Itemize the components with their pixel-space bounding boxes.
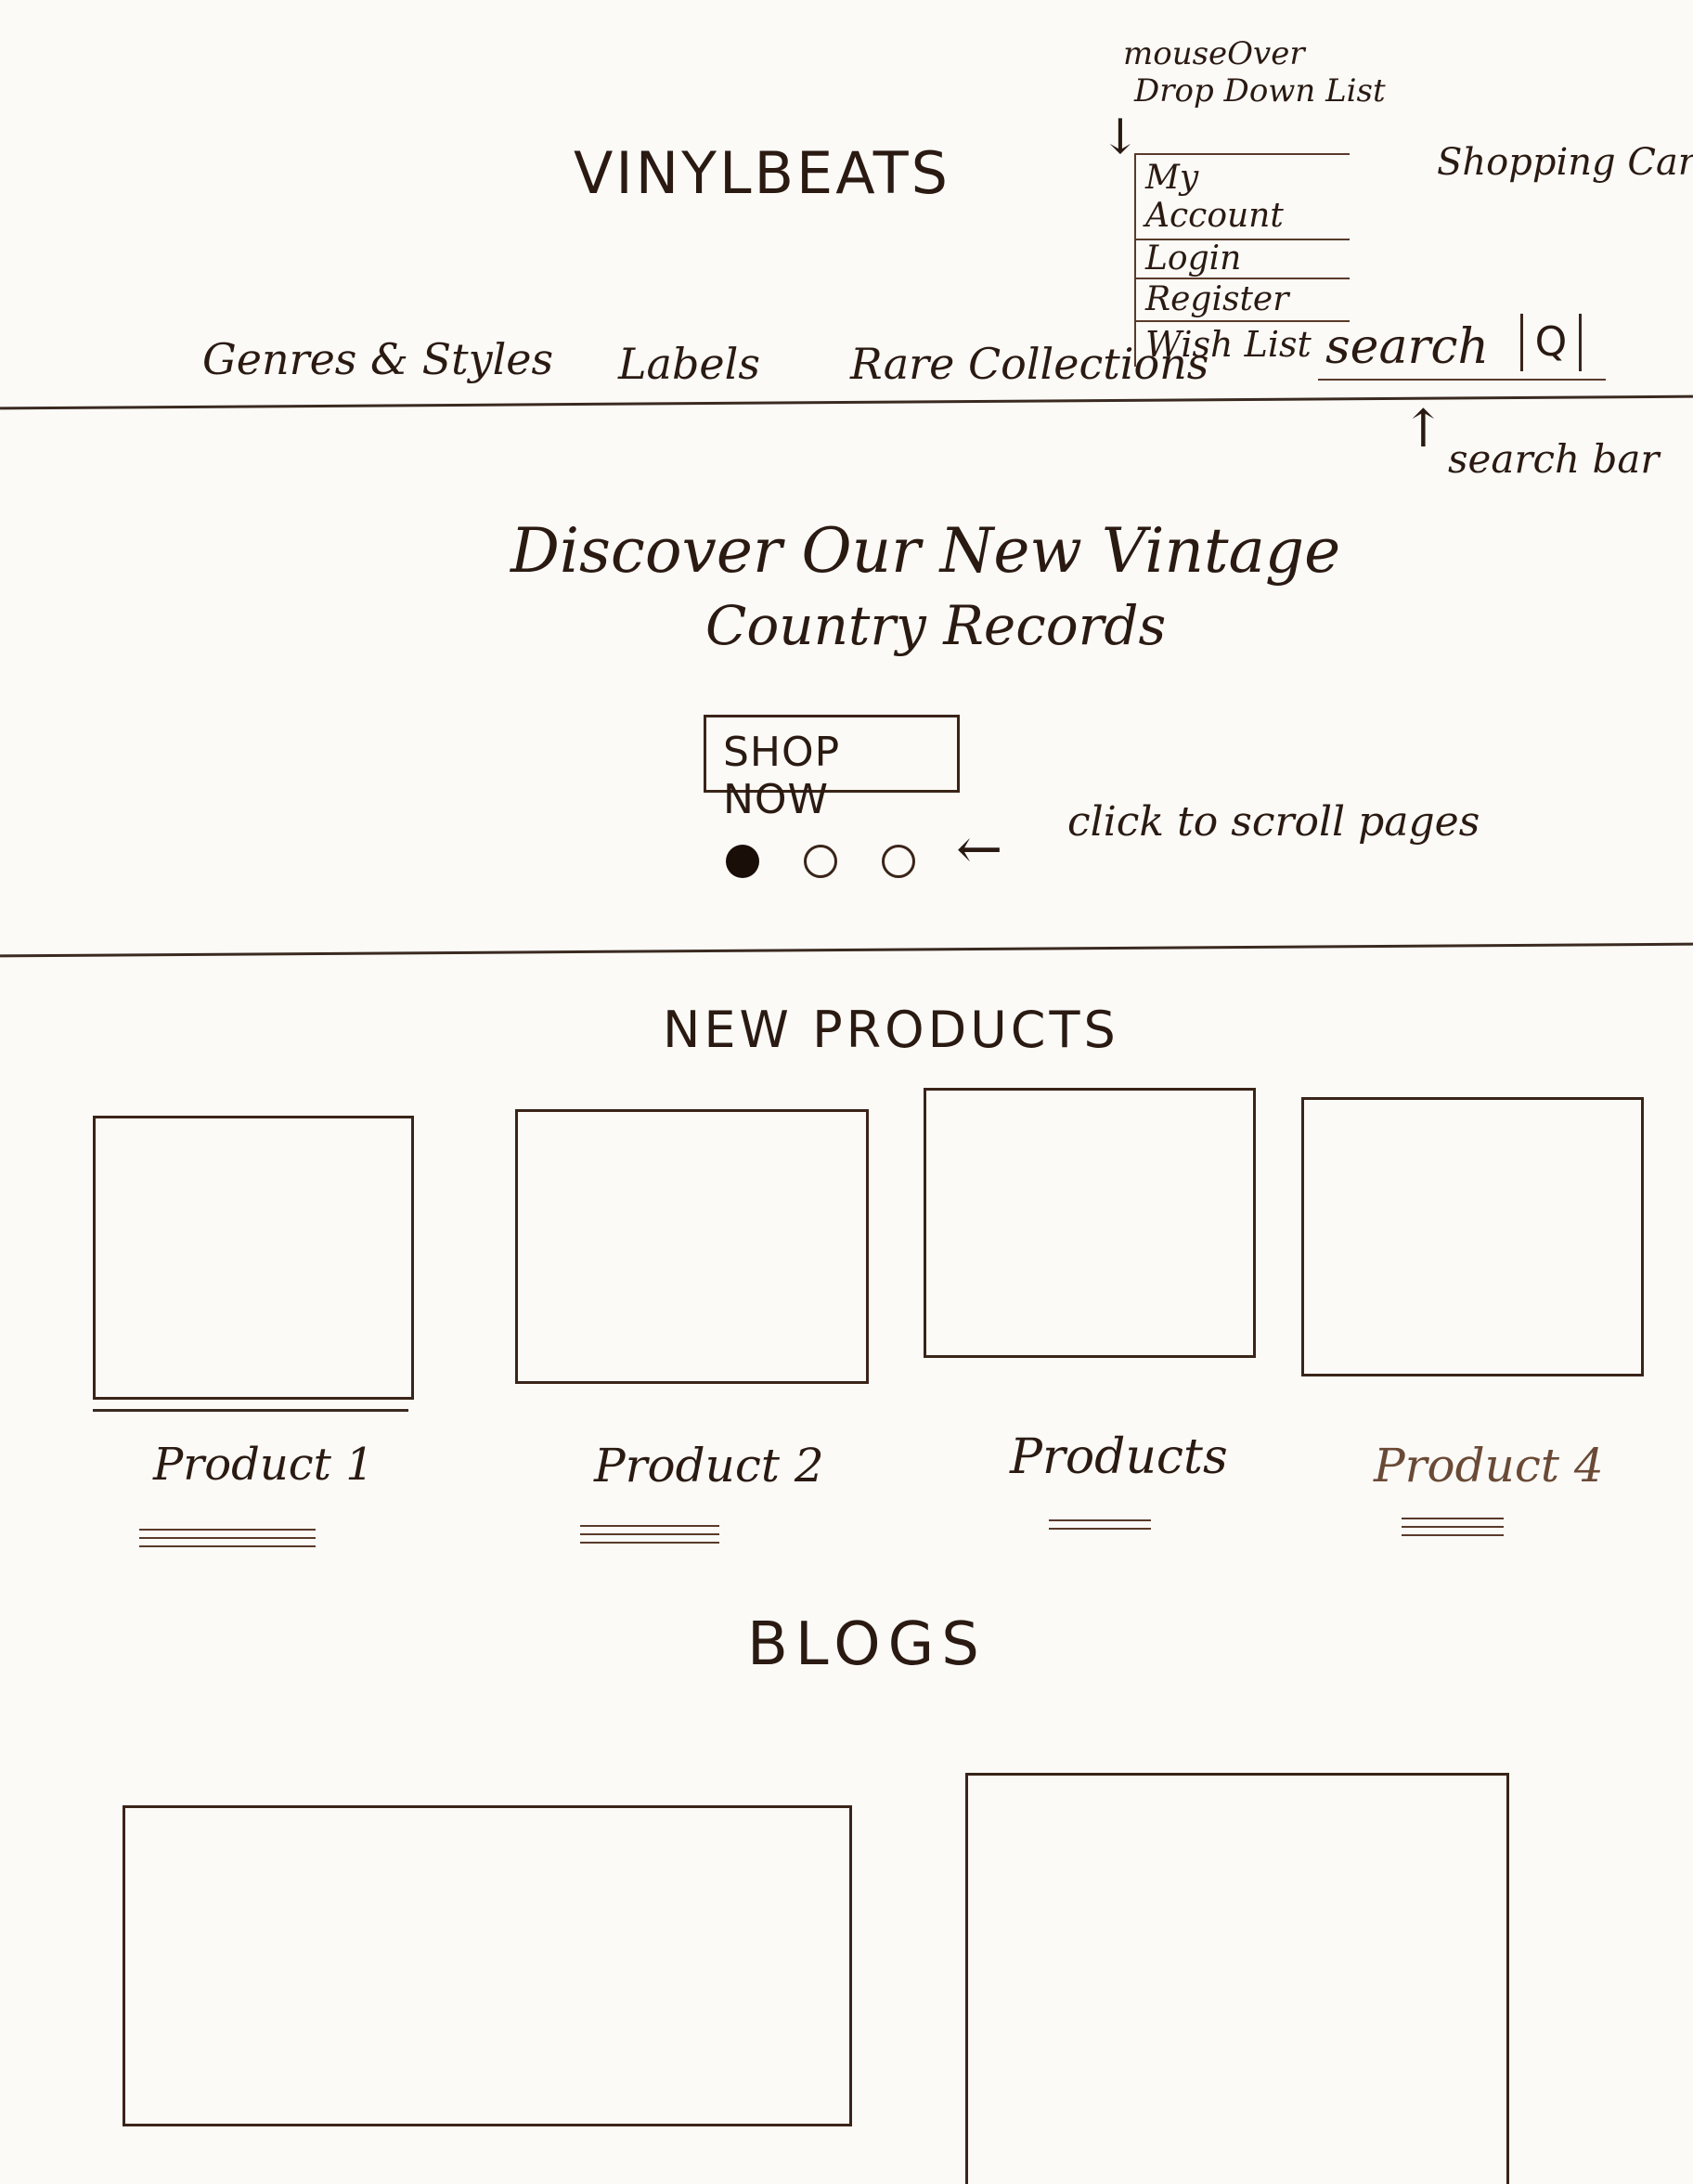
pager-dot-2[interactable]: [804, 845, 837, 878]
search-icon[interactable]: Q: [1520, 314, 1582, 371]
hero-title-line2: Country Records: [705, 594, 1167, 657]
scroll-annotation: click to scroll pages: [1067, 798, 1480, 846]
mouseover-annotation: mouseOver: [1123, 35, 1305, 72]
dropdown-annotation: Drop Down List: [1134, 72, 1386, 110]
product-desc-lines-4: [1402, 1511, 1504, 1543]
blog-card-1[interactable]: [123, 1805, 852, 2126]
product-name-4[interactable]: Product 4: [1374, 1439, 1604, 1493]
blog-card-2[interactable]: [965, 1773, 1509, 2184]
shop-now-label: SHOP NOW: [723, 729, 841, 823]
hero-divider: [0, 942, 1693, 958]
product-desc-lines-3: [1049, 1513, 1151, 1536]
pager-dot-3[interactable]: [882, 845, 915, 878]
product-desc-lines-1: [139, 1522, 316, 1554]
left-arrow-icon: ←: [956, 817, 1003, 882]
hero-title-line1: Discover Our New Vintage: [510, 515, 1341, 587]
product-image-1[interactable]: [93, 1116, 414, 1400]
product-desc-lines-2: [580, 1518, 719, 1550]
menu-item-my-account[interactable]: My Account: [1136, 153, 1350, 239]
search-bar[interactable]: search Q: [1318, 314, 1606, 381]
product-image-4[interactable]: [1301, 1097, 1644, 1376]
products-baseline: [93, 1409, 408, 1412]
product-image-3[interactable]: [924, 1088, 1256, 1358]
shopping-cart-link[interactable]: Shopping Cart (0): [1437, 141, 1693, 184]
nav-rare-collections[interactable]: Rare Collections: [850, 339, 1208, 389]
nav-labels[interactable]: Labels: [618, 339, 760, 389]
menu-item-login[interactable]: Login: [1136, 239, 1350, 278]
carousel-pager: [726, 841, 930, 884]
up-arrow-icon: ↑: [1402, 399, 1445, 459]
product-name-2[interactable]: Product 2: [594, 1439, 824, 1493]
nav-genres-styles[interactable]: Genres & Styles: [202, 334, 553, 384]
site-logo[interactable]: VINYLBEATS: [574, 139, 950, 207]
product-image-2[interactable]: [515, 1109, 869, 1384]
pager-dot-1[interactable]: [726, 845, 759, 878]
product-name-1[interactable]: Product 1: [153, 1439, 374, 1491]
new-products-heading: NEW PRODUCTS: [663, 1001, 1119, 1059]
blogs-heading: BLOGS: [747, 1610, 987, 1679]
shop-now-button[interactable]: SHOP NOW: [704, 715, 960, 823]
product-name-3[interactable]: Products: [1010, 1429, 1228, 1485]
search-bar-annotation: search bar: [1448, 436, 1660, 482]
search-placeholder: search: [1325, 319, 1489, 375]
